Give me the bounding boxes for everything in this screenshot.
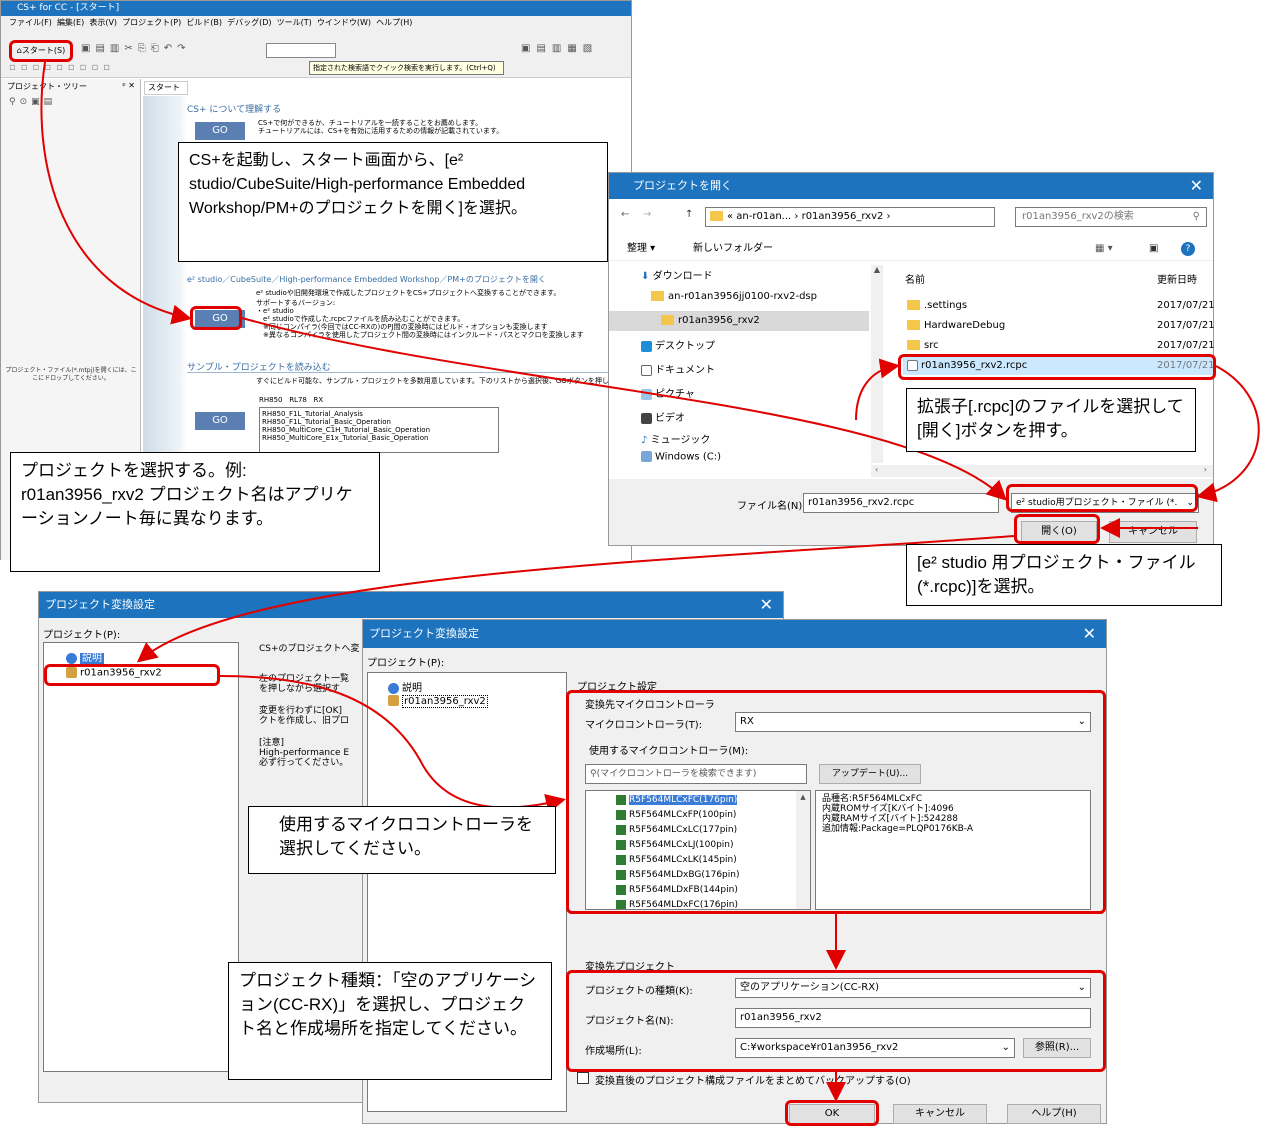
arrow-project-to-mcu [219,675,566,814]
note-select-project: プロジェクトを選択する。例: r01an3956_rxv2 プロジェクト名はアプ… [10,452,380,572]
note-select-filetype: [e² studio 用プロジェクト・ファイル(*.rcpc)]を選択。 [906,544,1222,606]
arrow-right-loop [1196,365,1260,503]
note-select-mcu: 使用するマイクロコントローラを選択してください。 [248,806,556,874]
arrow-note2-to-file [855,358,900,421]
note-select-rcpc: 拡張子[.rcpc]のファイルを選択して[開く]ボタンを押す。 [906,388,1196,452]
arrow-start-to-go [40,61,192,325]
note-start-screen: CS+を起動し、スタート画面から、[e² studio/CubeSuite/Hi… [178,142,608,262]
note-project-type: プロジェクト種類：「空のアプリケーション(CC-RX)」を選択し、プロジェクト名… [228,962,552,1080]
